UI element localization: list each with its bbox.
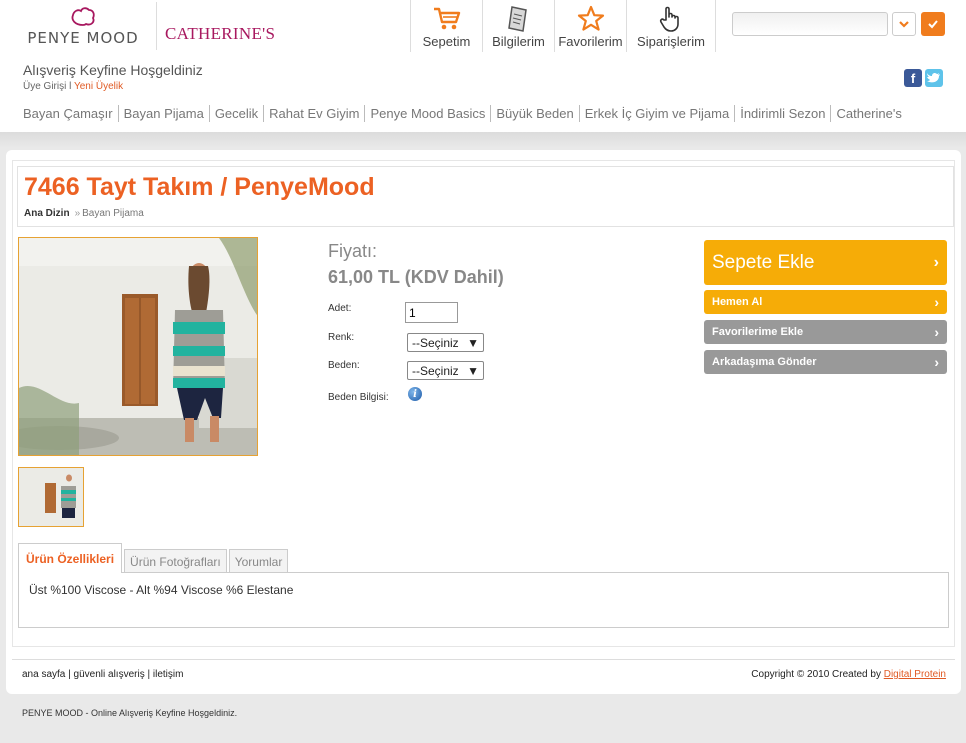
buy-now-label: Hemen Al xyxy=(712,296,763,308)
add-to-cart-button[interactable]: Sepete Ekle › xyxy=(704,240,947,285)
register-link[interactable]: Yeni Üyelik xyxy=(74,81,123,92)
breadcrumb: Ana Dizin » Bayan Pijama xyxy=(24,208,144,219)
topnav-favorites-label: Favorilerim xyxy=(558,34,623,49)
topnav-cart[interactable]: Sepetim xyxy=(410,0,482,52)
breadcrumb-home[interactable]: Ana Dizin xyxy=(24,208,70,219)
size-info-label: Beden Bilgisi: xyxy=(328,392,389,403)
info-icon[interactable]: i xyxy=(408,387,422,401)
product-thumbnail[interactable] xyxy=(18,467,84,527)
price-value: 61,00 TL (KDV Dahil) xyxy=(328,267,504,287)
chevron-down-icon xyxy=(899,21,909,28)
size-select[interactable]: --Seçiniz ▼ xyxy=(407,361,484,380)
color-select-value: --Seçiniz xyxy=(412,335,459,350)
product-features-text: Üst %100 Viscose - Alt %94 Viscose %6 El… xyxy=(29,583,294,597)
category-bayan-camasir[interactable]: Bayan Çamaşır xyxy=(23,105,118,122)
category-penye-mood-basics[interactable]: Penye Mood Basics xyxy=(364,105,490,122)
footer-link-contact[interactable]: iletişim xyxy=(153,669,184,680)
add-favorites-label: Favorilerime Ekle xyxy=(712,326,804,338)
size-select-value: --Seçiniz xyxy=(412,363,459,378)
logo-divider xyxy=(156,2,157,50)
header-shadow xyxy=(0,132,966,148)
search-options-button[interactable] xyxy=(892,12,916,36)
price-label: Fiyatı: xyxy=(328,241,378,261)
user-links-separator: l xyxy=(69,81,72,92)
creator-link[interactable]: Digital Protein xyxy=(884,669,946,680)
color-select[interactable]: --Seçiniz ▼ xyxy=(407,333,484,352)
buy-now-button[interactable]: Hemen Al › xyxy=(704,290,947,314)
topnav-cart-label: Sepetim xyxy=(422,34,471,49)
user-links: Üye Girişi l Yeni Üyelik xyxy=(23,81,123,92)
category-navigation: Bayan Çamaşır Bayan Pijama Gecelik Rahat… xyxy=(23,105,907,122)
tab-content: Üst %100 Viscose - Alt %94 Viscose %6 El… xyxy=(18,572,949,628)
footer-divider xyxy=(12,659,955,660)
select-arrow-icon: ▼ xyxy=(467,335,479,350)
topnav-account-label: Bilgilerim xyxy=(492,34,545,49)
hand-pointer-icon xyxy=(658,4,684,34)
star-icon xyxy=(577,4,605,34)
footer-links: ana sayfa | güvenli alışveriş | iletişim xyxy=(22,669,183,680)
top-navigation: Sepetim Bilgilerim Favorilerim Siparişle… xyxy=(410,0,716,52)
tab-product-photos[interactable]: Ürün Fotoğrafları xyxy=(124,549,227,573)
product-photo[interactable] xyxy=(18,237,258,456)
size-label: Beden: xyxy=(328,360,360,371)
topnav-orders[interactable]: Siparişlerim xyxy=(626,0,716,52)
topnav-account[interactable]: Bilgilerim xyxy=(482,0,554,52)
topnav-orders-label: Siparişlerim xyxy=(637,34,705,49)
footer-link-secure[interactable]: güvenli alışveriş xyxy=(74,669,145,680)
copyright-text: Copyright © 2010 Created by xyxy=(751,669,881,680)
footer-link-home[interactable]: ana sayfa xyxy=(22,669,65,680)
social-links: f xyxy=(904,69,943,87)
search-submit-button[interactable] xyxy=(921,12,945,36)
facebook-icon[interactable]: f xyxy=(904,69,922,87)
add-to-cart-label: Sepete Ekle xyxy=(712,251,815,273)
bottom-note: PENYE MOOD - Online Alışveriş Keyfine Ho… xyxy=(22,708,238,718)
checkmark-icon xyxy=(928,20,938,29)
category-gecelik[interactable]: Gecelik xyxy=(208,105,263,122)
document-icon xyxy=(506,4,532,34)
catherines-logo[interactable]: CATHERINE'S xyxy=(165,24,275,44)
footer-separator: | xyxy=(68,669,71,680)
cart-icon xyxy=(432,4,462,34)
send-friend-label: Arkadaşıma Gönder xyxy=(712,356,817,368)
login-link[interactable]: Üye Girişi xyxy=(23,81,66,92)
topnav-favorites[interactable]: Favorilerim xyxy=(554,0,626,52)
penye-mood-logo[interactable]: PENYE MOOD xyxy=(20,6,146,47)
tab-product-features[interactable]: Ürün Özellikleri xyxy=(18,543,123,573)
site-header: PENYE MOOD CATHERINE'S Sepetim Bilgileri… xyxy=(0,0,966,132)
category-bayan-pijama[interactable]: Bayan Pijama xyxy=(117,105,209,122)
tab-reviews[interactable]: Yorumlar xyxy=(228,549,289,573)
product-tabs: Ürün Özellikleri Ürün Fotoğrafları Yorum… xyxy=(18,543,289,573)
penye-mood-logo-text: PENYE MOOD xyxy=(27,29,139,47)
flower-logo-icon xyxy=(71,7,95,26)
category-erkek-ic-giyim[interactable]: Erkek İç Giyim ve Pijama xyxy=(578,105,734,122)
page-title: 7466 Tayt Takım / PenyeMood xyxy=(24,173,375,201)
welcome-message: Alışveriş Keyfine Hoşgeldiniz xyxy=(23,62,203,78)
copyright: Copyright © 2010 Created by Digital Prot… xyxy=(751,669,946,680)
footer-separator: | xyxy=(147,669,151,680)
category-buyuk-beden[interactable]: Büyük Beden xyxy=(490,105,578,122)
send-friend-button[interactable]: Arkadaşıma Gönder › xyxy=(704,350,947,374)
search-input[interactable] xyxy=(732,12,888,36)
product-panel: 7466 Tayt Takım / PenyeMood Ana Dizin » Ba… xyxy=(6,150,961,694)
add-favorites-button[interactable]: Favorilerime Ekle › xyxy=(704,320,947,344)
category-indirimli-sezon[interactable]: İndirimli Sezon xyxy=(734,105,830,122)
product-title-box: 7466 Tayt Takım / PenyeMood Ana Dizin » Ba… xyxy=(17,166,954,227)
chevron-right-icon: › xyxy=(933,253,939,271)
category-catherines[interactable]: Catherine's xyxy=(830,105,906,122)
chevron-right-icon: › xyxy=(934,354,939,370)
quantity-input[interactable] xyxy=(405,302,458,323)
category-rahat-ev-giyim[interactable]: Rahat Ev Giyim xyxy=(263,105,364,122)
color-label: Renk: xyxy=(328,332,355,343)
select-arrow-icon: ▼ xyxy=(467,363,479,378)
breadcrumb-current[interactable]: Bayan Pijama xyxy=(82,208,144,219)
twitter-icon[interactable] xyxy=(925,69,943,87)
breadcrumb-arrow: » xyxy=(74,208,81,219)
quantity-label: Adet: xyxy=(328,303,352,314)
chevron-right-icon: › xyxy=(934,294,939,310)
chevron-right-icon: › xyxy=(934,324,939,340)
